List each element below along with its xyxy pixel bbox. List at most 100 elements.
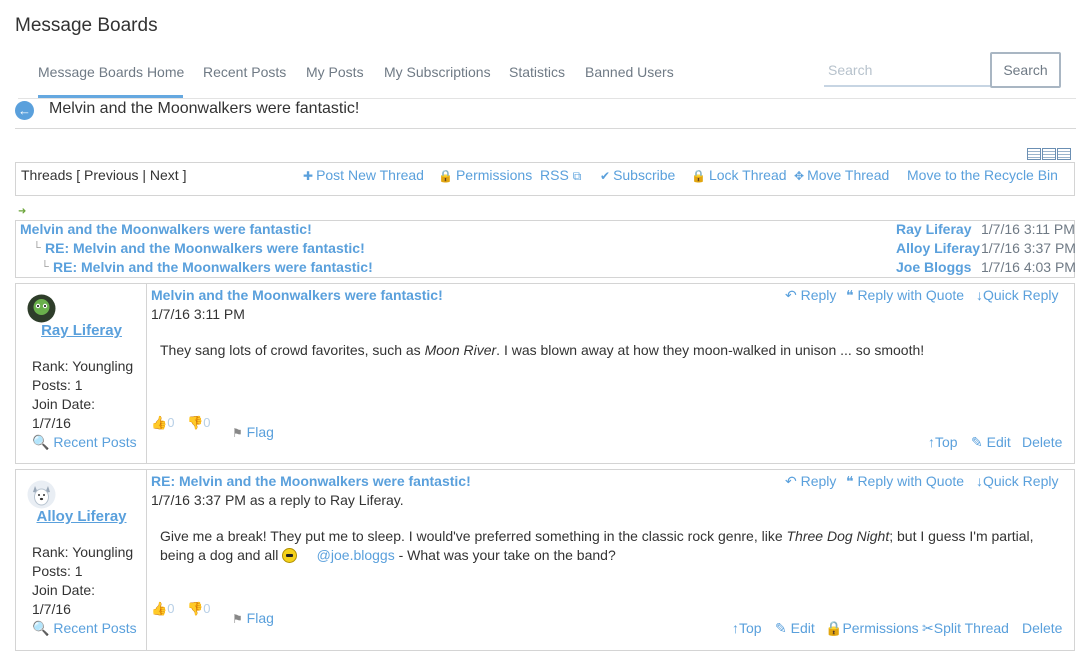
- subscribe-link[interactable]: ✔ Subscribe: [600, 167, 675, 183]
- edit-icon: ✎: [971, 434, 983, 450]
- message-card: Alloy Liferay Rank: Youngling Posts: 1 J…: [15, 469, 1075, 651]
- thumbs-up-button[interactable]: 👍0: [151, 601, 174, 617]
- join-date: 1/7/16: [32, 601, 71, 617]
- nav-item-banned-users[interactable]: Banned Users: [585, 64, 674, 80]
- arrow-up-icon: ↑: [732, 620, 739, 636]
- lock-icon: 🔒: [438, 169, 453, 183]
- flag-icon: ⚑: [232, 612, 243, 626]
- reply-with-quote-button[interactable]: ❝ Reply with Quote: [846, 473, 964, 490]
- tree-subject[interactable]: Melvin and the Moonwalkers were fantasti…: [20, 221, 312, 237]
- combination-view-icon[interactable]: [1027, 148, 1041, 160]
- tree-author[interactable]: Joe Bloggs: [896, 259, 971, 275]
- smiley-emoticon-icon: [282, 548, 298, 563]
- check-circle-icon: ✔: [600, 169, 611, 183]
- author-posts: Posts: 1: [32, 563, 83, 579]
- tree-connector-icon: └: [41, 261, 49, 273]
- quick-reply-button[interactable]: ↓Quick Reply: [976, 287, 1058, 303]
- back-arrow-icon[interactable]: ←: [15, 101, 34, 120]
- tree-subject[interactable]: RE: Melvin and the Moonwalkers were fant…: [53, 259, 373, 275]
- arrow-up-icon: ↑: [928, 434, 935, 450]
- page-title: Message Boards: [15, 15, 158, 36]
- author-rank: Rank: Youngling: [32, 358, 134, 374]
- tree-author[interactable]: Ray Liferay: [896, 221, 971, 237]
- tree-row[interactable]: └ RE: Melvin and the Moonwalkers were fa…: [16, 240, 1076, 259]
- threads-prev-next-nav[interactable]: Threads [ Previous | Next ]: [21, 167, 186, 183]
- message-card: Ray Liferay Rank: Youngling Posts: 1 Joi…: [15, 283, 1075, 464]
- join-date: 1/7/16: [32, 415, 71, 431]
- reply-arrow-icon: ↶: [785, 287, 797, 303]
- avatar[interactable]: [27, 294, 56, 323]
- permissions-link[interactable]: 🔒 Permissions: [438, 167, 532, 183]
- join-date-label: Join Date:: [32, 396, 96, 412]
- tree-connector-icon: └: [33, 242, 41, 254]
- top-link[interactable]: ↑Top: [732, 620, 762, 636]
- permissions-button[interactable]: 🔒Permissions: [825, 620, 919, 637]
- lock-thread-link[interactable]: 🔒 Lock Thread: [691, 167, 787, 183]
- nav-item-my-posts[interactable]: My Posts: [306, 64, 364, 80]
- split-icon: ✂: [922, 620, 934, 636]
- flag-button[interactable]: ⚑ Flag: [232, 424, 274, 440]
- search-input[interactable]: [824, 54, 990, 87]
- reply-button[interactable]: ↶ Reply: [785, 287, 836, 304]
- flag-icon: ⚑: [232, 426, 243, 440]
- delete-button[interactable]: Delete: [1022, 620, 1062, 636]
- external-link-icon: ⧉: [572, 169, 582, 183]
- thumbs-down-icon: 👎: [187, 601, 204, 616]
- thumbs-down-button[interactable]: 👎0: [187, 415, 210, 431]
- post-new-thread-link[interactable]: ✚ Post New Thread: [303, 167, 424, 183]
- edit-icon: ✎: [775, 620, 787, 636]
- mention-link[interactable]: @joe.bloggs: [317, 547, 395, 563]
- message-body: Give me a break! They put me to sleep. I…: [160, 528, 1034, 563]
- join-date-label: Join Date:: [32, 582, 96, 598]
- tree-row[interactable]: Melvin and the Moonwalkers were fantasti…: [16, 221, 1075, 240]
- message-subject[interactable]: RE: Melvin and the Moonwalkers were fant…: [151, 473, 471, 489]
- rss-link[interactable]: RSS ⧉: [540, 167, 584, 184]
- reply-arrow-icon: ↶: [785, 473, 797, 489]
- flat-view-icon[interactable]: [1042, 148, 1056, 160]
- search-icon: 🔍: [32, 434, 50, 450]
- thumbs-down-button[interactable]: 👎0: [187, 601, 210, 617]
- thumbs-up-button[interactable]: 👍0: [151, 415, 174, 431]
- tree-author[interactable]: Alloy Liferay: [896, 240, 980, 256]
- tree-date: 1/7/16 3:37 PM: [981, 240, 1076, 256]
- nav-item-statistics[interactable]: Statistics: [509, 64, 565, 80]
- thread-header: ← Melvin and the Moonwalkers were fantas…: [15, 99, 1076, 129]
- reply-button[interactable]: ↶ Reply: [785, 473, 836, 490]
- tree-subject[interactable]: RE: Melvin and the Moonwalkers were fant…: [45, 240, 365, 256]
- search-button[interactable]: Search: [990, 52, 1061, 88]
- quick-reply-button[interactable]: ↓Quick Reply: [976, 473, 1058, 489]
- message-subject[interactable]: Melvin and the Moonwalkers were fantasti…: [151, 287, 443, 303]
- nav-item-recent-posts[interactable]: Recent Posts: [203, 64, 286, 80]
- split-thread-button[interactable]: ✂Split Thread: [922, 620, 1009, 637]
- move-arrows-icon: ✥: [794, 169, 805, 183]
- reply-with-quote-button[interactable]: ❝ Reply with Quote: [846, 287, 964, 304]
- avatar[interactable]: [27, 480, 56, 509]
- quote-icon: ❝: [846, 287, 854, 303]
- recent-posts-link[interactable]: 🔍 Recent Posts: [32, 434, 137, 451]
- author-posts: Posts: 1: [32, 377, 83, 393]
- thumbs-up-icon: 👍: [151, 415, 168, 430]
- author-name[interactable]: Ray Liferay: [16, 322, 147, 339]
- message-body: They sang lots of crowd favorites, such …: [160, 342, 925, 358]
- top-link[interactable]: ↑Top: [928, 434, 958, 450]
- tree-view-icon[interactable]: [1057, 148, 1071, 160]
- nav-item-my-subscriptions[interactable]: My Subscriptions: [384, 64, 491, 80]
- author-panel: Ray Liferay Rank: Youngling Posts: 1 Joi…: [16, 284, 147, 463]
- tree-date: 1/7/16 4:03 PM: [981, 259, 1076, 275]
- nav-item-message-boards-home[interactable]: Message Boards Home: [38, 64, 184, 80]
- tree-row[interactable]: └ RE: Melvin and the Moonwalkers were fa…: [16, 259, 1076, 278]
- edit-button[interactable]: ✎ Edit: [971, 434, 1011, 451]
- move-to-recycle-bin-link[interactable]: Move to the Recycle Bin: [907, 167, 1058, 183]
- lock-icon: 🔒: [825, 620, 843, 636]
- author-rank: Rank: Youngling: [32, 544, 134, 560]
- message-date: 1/7/16 3:11 PM: [151, 306, 245, 322]
- move-thread-link[interactable]: ✥ Move Thread: [794, 167, 889, 183]
- recent-posts-link[interactable]: 🔍 Recent Posts: [32, 620, 137, 637]
- view-mode-toggles: [1026, 147, 1071, 163]
- edit-button[interactable]: ✎ Edit: [775, 620, 815, 637]
- flag-button[interactable]: ⚑ Flag: [232, 610, 274, 626]
- author-name[interactable]: Alloy Liferay: [16, 508, 147, 525]
- message-date: 1/7/16 3:37 PM as a reply to Ray Liferay…: [151, 492, 404, 508]
- delete-button[interactable]: Delete: [1022, 434, 1062, 450]
- plus-icon: ✚: [303, 169, 314, 183]
